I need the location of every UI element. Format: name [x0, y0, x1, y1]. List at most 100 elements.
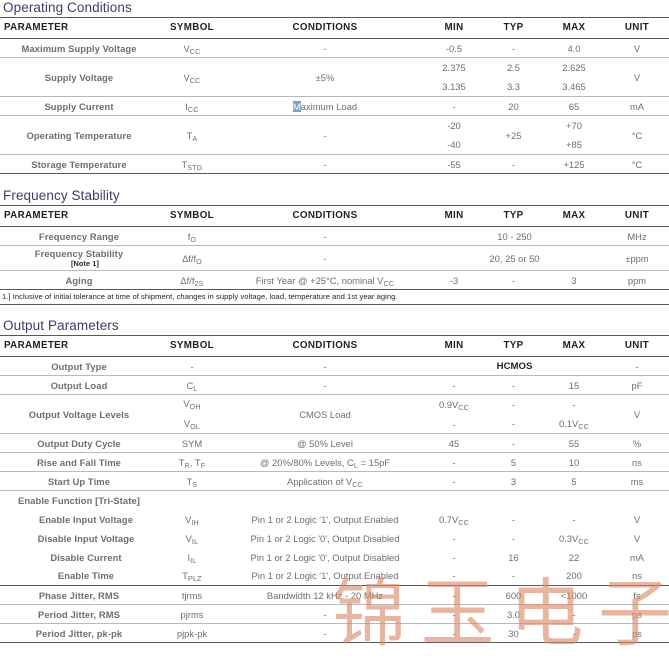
table-row: Output Load CL - - - 15 pF — [0, 375, 669, 395]
row-typ: - — [484, 375, 543, 395]
row-symbol: VIH — [185, 513, 199, 527]
row-max: 65 — [543, 96, 605, 116]
col-header-unit: UNIT — [605, 335, 669, 357]
row-min-line1: -20 — [447, 120, 461, 131]
row-min-line2: 3.135 — [442, 81, 466, 92]
row-unit: V — [605, 38, 669, 58]
row-parameter: Rise and Fall Time — [0, 452, 158, 472]
col-header-conditions: CONDITIONS — [226, 335, 424, 357]
row-unit: V — [633, 513, 641, 525]
row-typ: - — [511, 532, 516, 544]
row-parameter: Maximum Supply Voltage — [0, 38, 158, 58]
row-typ: - — [484, 154, 543, 174]
row-min: - — [424, 604, 484, 624]
table-header-row: PARAMETER SYMBOL CONDITIONS MIN TYP MAX … — [0, 17, 669, 39]
row-max: <1000 — [543, 585, 605, 605]
row-min-line1: 2.375 — [442, 62, 466, 73]
row-min: 45 — [424, 433, 484, 453]
row-conditions: - — [226, 604, 424, 624]
row-conditions: Pin 1 or 2 Logic '1', Output Enabled — [251, 513, 399, 525]
row-parameter-note: [Note 1] — [71, 259, 99, 268]
table-row: Output Voltage Levels VOH VOL CMOS Load 0… — [0, 394, 669, 434]
row-min: - — [452, 532, 456, 544]
row-parameter: Frequency Stability [Note 1] — [0, 245, 158, 271]
row-conditions: First Year @ +25°C, nominal VCC — [226, 270, 424, 290]
row-min: 0.7VCC — [438, 513, 470, 527]
row-symbol: VIL — [185, 532, 199, 546]
row-parameter: Operating Temperature — [0, 115, 158, 155]
row-unit: % — [605, 433, 669, 453]
table-row: Start Up Time TS Application of VCC - 3 … — [0, 471, 669, 491]
row-parameter: Phase Jitter, RMS — [0, 585, 158, 605]
col-header-min: MIN — [424, 17, 484, 39]
row-unit: V — [633, 532, 641, 544]
row-max: 22 — [568, 551, 580, 563]
row-symbol — [158, 490, 226, 510]
table-row: Frequency Range fO - 10 - 250 MHz — [0, 226, 669, 246]
row-symbol: TS — [158, 471, 226, 491]
table-output-parameters: PARAMETER SYMBOL CONDITIONS MIN TYP MAX … — [0, 335, 669, 643]
row-max: 4.0 — [543, 38, 605, 58]
row-symbol: pjpk-pk — [158, 623, 226, 643]
row-conditions: - — [226, 226, 424, 246]
row-symbol: IIL — [187, 551, 197, 565]
table-row: Enable Time TPLZ Pin 1 or 2 Logic '1', O… — [0, 566, 669, 586]
row-max-line2: 0.1VCC — [558, 417, 590, 431]
row-max: 55 — [543, 433, 605, 453]
table-row: Supply Current ICC Maximum Load - 20 65 … — [0, 96, 669, 116]
row-parameter: Disable Input Voltage — [37, 532, 135, 544]
row-max: - — [543, 604, 605, 624]
section-title-output-parameters: Output Parameters — [3, 318, 119, 333]
row-conditions: Maximum Load — [226, 96, 424, 116]
table-row: Frequency Stability [Note 1] Δf/fO - 20,… — [0, 245, 669, 271]
row-unit: ns — [605, 452, 669, 472]
row-typ: 16 — [508, 551, 519, 563]
row-min-line1: 0.9VCC — [438, 398, 470, 412]
row-typ: - — [484, 270, 543, 290]
row-min: -20 -40 — [424, 115, 484, 155]
section-title-frequency-stability: Frequency Stability — [3, 188, 120, 203]
row-typ: 20 — [484, 96, 543, 116]
col-header-unit: UNIT — [605, 17, 669, 39]
row-symbol: VCC — [158, 38, 226, 58]
row-unit: V — [605, 57, 669, 97]
row-min — [424, 490, 484, 510]
row-symbol: TPLZ — [158, 566, 226, 586]
row-typ-line1: 2.5 — [506, 62, 521, 73]
row-min: - — [452, 551, 456, 563]
row-max: 10 — [543, 452, 605, 472]
row-typ: -- — [484, 394, 543, 434]
row-unit: pF — [605, 375, 669, 395]
col-header-parameter: PARAMETER — [0, 17, 158, 39]
row-conditions: Pin 1 or 2 Logic '1', Output Enabled — [226, 566, 424, 586]
row-symbol: SYM — [158, 433, 226, 453]
table-row-group-header: Enable Function [Tri-State] — [0, 490, 669, 510]
row-max: 3 — [543, 270, 605, 290]
row-unit: mA — [605, 96, 669, 116]
row-typ-span: HCMOS — [424, 356, 605, 376]
row-max-line1: +70 — [566, 120, 582, 131]
row-conditions: - — [226, 356, 424, 376]
row-typ: - — [484, 38, 543, 58]
row-max: - — [543, 623, 605, 643]
col-header-symbol: SYMBOL — [158, 17, 226, 39]
row-conditions: @ 50% Level — [226, 433, 424, 453]
row-conditions: - — [226, 375, 424, 395]
table-row: Disable Current IIL Pin 1 or 2 Logic '0'… — [0, 548, 669, 567]
table-operating-conditions: PARAMETER SYMBOL CONDITIONS MIN TYP MAX … — [0, 17, 669, 174]
table-header-row: PARAMETER SYMBOL CONDITIONS MIN TYP MAX … — [0, 205, 669, 227]
row-parameter: Start Up Time — [0, 471, 158, 491]
row-unit: °C — [605, 154, 669, 174]
table-row: Operating Temperature TA - -20 -40 +25 +7… — [0, 115, 669, 155]
row-conditions: - — [226, 623, 424, 643]
row-typ: 600 — [484, 585, 543, 605]
row-typ: 5 — [484, 452, 543, 472]
row-max: 5 — [543, 471, 605, 491]
row-parameter: Enable Time — [0, 566, 158, 586]
row-max-line2: +85 — [566, 139, 582, 150]
col-header-max: MAX — [543, 205, 605, 227]
row-symbol: ICC — [158, 96, 226, 116]
row-min: -0.5 — [424, 38, 484, 58]
table-row: Period Jitter, RMS pjrms - - 3.0 - ps — [0, 604, 669, 624]
